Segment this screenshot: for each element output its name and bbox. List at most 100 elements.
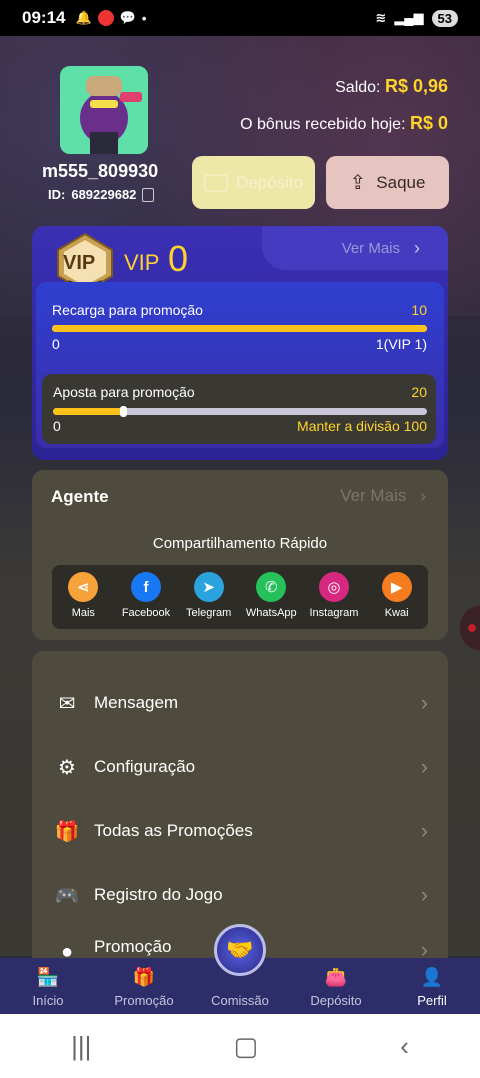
vip-label: VIP <box>124 250 160 275</box>
whatsapp-icon: ✆ <box>256 572 287 602</box>
chevron-right-icon: › <box>414 237 420 258</box>
vip-more-label: Ver Mais <box>341 239 400 257</box>
back-icon[interactable]: ‹ <box>400 1031 409 1062</box>
deposit-button[interactable]: Depósito <box>192 156 315 209</box>
bell-icon: 🔔 <box>75 10 92 25</box>
share-item-facebook[interactable]: f Facebook <box>116 572 176 629</box>
recharge-label: Recarga para promoção <box>52 302 203 318</box>
nav-item-label: Início <box>32 993 64 1008</box>
withdraw-button[interactable]: ⇪ Saque <box>326 156 449 209</box>
agent-more-label: Ver Mais <box>340 486 407 505</box>
vip-level: 0 <box>168 238 189 279</box>
message-icon: 💬 <box>119 10 136 25</box>
nav-item-4[interactable]: 👛 Depósito <box>288 964 384 1009</box>
share-item-kwai[interactable]: ▶ Kwai <box>367 572 427 629</box>
share-item-instagram[interactable]: ◎ Instagram <box>304 572 364 629</box>
deposit-button-label: Depósito <box>235 172 304 192</box>
avatar[interactable] <box>60 66 148 154</box>
status-right: ≋ ▂▄▆ 53 <box>375 9 458 27</box>
share-item-label: Mais <box>71 607 95 619</box>
recharge-next: 1(VIP 1) <box>375 336 427 352</box>
menu-item-gear[interactable]: ⚙ Configuração › <box>52 747 428 787</box>
bet-progress-fill <box>53 408 125 415</box>
signal-icon: ▂▄▆ <box>394 10 424 25</box>
user-id: ID: 689229682 <box>48 187 155 202</box>
chevron-right-icon: › <box>420 818 428 843</box>
bonus-today: O bônus recebido hoje: R$ 0 <box>240 113 448 134</box>
chevron-right-icon: › <box>420 754 428 779</box>
recent-apps-icon[interactable]: ||| <box>71 1031 91 1062</box>
facebook-icon: f <box>130 572 161 602</box>
bet-next: Manter a divisão 100 <box>297 418 427 434</box>
recharge-current: 0 <box>52 336 60 352</box>
agent-title: Agente <box>51 487 109 506</box>
recharge-progress-bar <box>52 325 427 332</box>
bonus-label: O bônus recebido hoje: <box>240 116 406 133</box>
share-title: Compartilhamento Rápido <box>152 535 328 552</box>
gift-box-icon: 🎁 <box>54 820 80 843</box>
share-item-label: WhatsApp <box>245 607 297 619</box>
recharge-progress-fill <box>52 325 427 332</box>
bet-progress-marker <box>120 406 128 417</box>
user-id-label: ID: <box>48 187 66 202</box>
wallet-icon <box>203 173 228 192</box>
menu-item-gift-box[interactable]: 🎁 Todas as Promoções › <box>52 811 428 851</box>
gear-icon: ⚙ <box>58 756 76 779</box>
chevron-right-icon: › <box>420 882 428 907</box>
bet-progress-bar <box>53 406 427 417</box>
nav-item-label: Perfil <box>417 993 447 1008</box>
chevron-right-icon: › <box>420 937 428 958</box>
recharge-target: 10 <box>411 302 427 318</box>
status-time: 09:14 <box>22 8 66 27</box>
wallet-icon: 👛 <box>324 966 348 987</box>
handshake-icon[interactable]: 🤝 <box>214 924 266 976</box>
share-item-label: Facebook <box>121 607 171 619</box>
withdraw-icon: ⇪ <box>349 172 367 194</box>
agent-more-link[interactable]: Ver Mais › <box>340 486 426 506</box>
home-shop-icon: 🏪 <box>36 966 60 987</box>
envelope-icon: ✉ <box>58 692 76 715</box>
user-icon: 👤 <box>420 966 444 987</box>
bet-label: Aposta para promoção <box>53 384 195 400</box>
menu-item-label: Mensagem <box>94 693 179 712</box>
bet-current: 0 <box>53 418 61 434</box>
home-icon[interactable]: ▢ <box>234 1031 259 1062</box>
withdraw-button-label: Saque <box>376 172 426 192</box>
battery-indicator: 53 <box>431 9 458 27</box>
nav-item-5[interactable]: 👤 Perfil <box>384 964 480 1009</box>
share-row: ⋖ Mais f Facebook ➤ Telegram ✆ WhatsApp ◎ Instagr… <box>52 565 428 629</box>
nav-item-label: Comissão <box>211 993 269 1008</box>
menu-item-gamepad[interactable]: 🎮 Registro do Jogo › <box>52 875 428 915</box>
bet-target: 20 <box>411 384 427 400</box>
share-icon: ⋖ <box>68 572 99 602</box>
balance-value: R$ 0,96 <box>384 76 448 96</box>
menu-item-label: Configuração <box>94 757 196 776</box>
telegram-icon: ➤ <box>193 572 224 602</box>
user-id-value: 689229682 <box>71 187 137 202</box>
menu-item-envelope[interactable]: ✉ Mensagem › <box>52 683 428 723</box>
balance: Saldo: R$ 0,96 <box>335 76 448 97</box>
menu-item-label: Registro do Jogo <box>94 885 223 904</box>
menu-item-label: Promoção <box>94 937 172 956</box>
share-item-mais[interactable]: ⋖ Mais <box>53 572 113 629</box>
nav-item-1[interactable]: 🏪 Início <box>0 964 96 1009</box>
vip-more-link[interactable]: Ver Mais › <box>262 226 448 270</box>
notification-icons: 🔔 💬 • <box>75 10 146 26</box>
system-nav: ||| ▢ ‹ <box>0 1014 480 1078</box>
share-item-label: Telegram <box>186 607 232 619</box>
chevron-right-icon: › <box>420 486 426 505</box>
app-notification-icon <box>97 10 114 26</box>
promotion-icon: ● <box>60 940 74 959</box>
share-item-telegram[interactable]: ➤ Telegram <box>179 572 239 629</box>
kwai-icon: ▶ <box>381 572 412 602</box>
nav-item-2[interactable]: 🎁 Promoção <box>96 964 192 1009</box>
wifi-icon: ≋ <box>375 10 387 25</box>
nav-item-label: Promoção <box>114 993 174 1008</box>
username: m555_809930 <box>42 161 159 181</box>
instagram-icon: ◎ <box>318 572 349 602</box>
dot-icon: • <box>141 10 147 26</box>
copy-icon[interactable] <box>142 187 155 202</box>
menu-item-label: Todas as Promoções <box>94 821 253 840</box>
share-item-label: Instagram <box>309 607 359 619</box>
share-item-whatsapp[interactable]: ✆ WhatsApp <box>241 572 301 629</box>
